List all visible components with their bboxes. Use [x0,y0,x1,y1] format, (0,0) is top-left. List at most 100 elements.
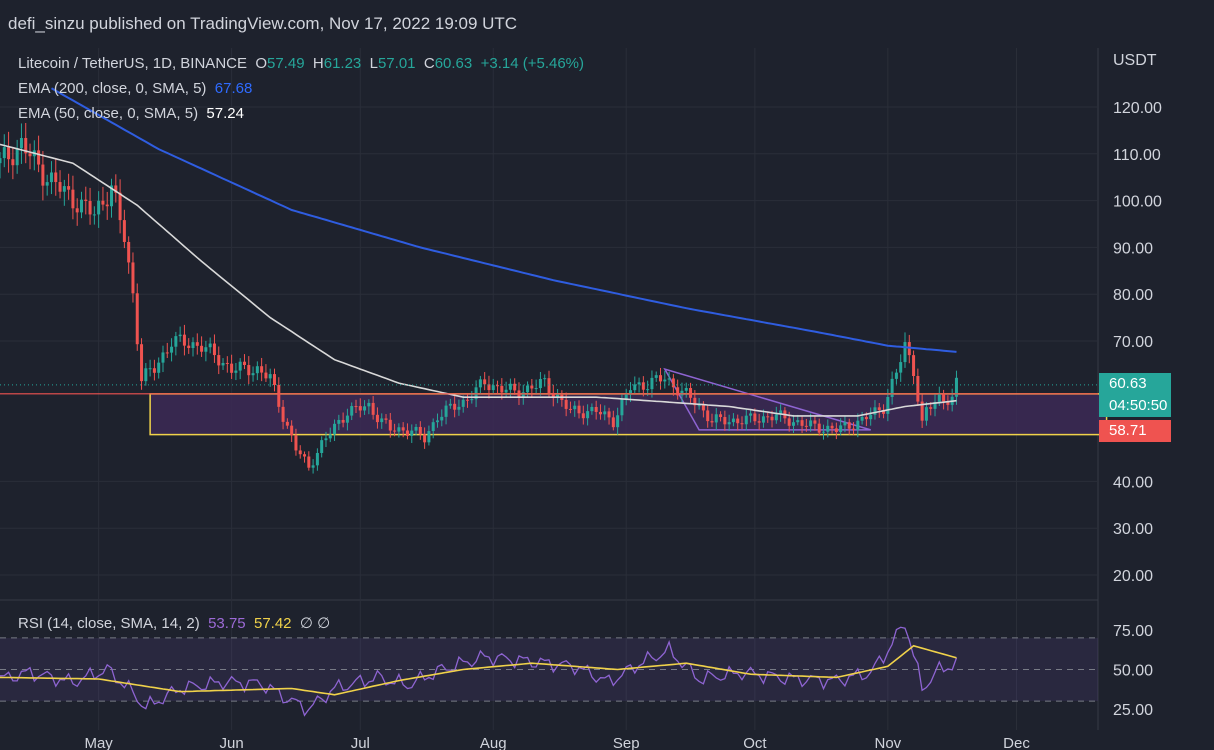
candle-body [195,342,199,346]
price-tick: 80.00 [1113,287,1153,304]
candle-body [440,416,444,421]
candle-body [620,399,624,416]
rsi-value: 53.75 [208,615,246,632]
candle-body [916,375,920,402]
candle-body [470,399,474,401]
candle-body [787,418,791,426]
candle-body [431,422,435,432]
price-tick: 70.00 [1113,334,1153,351]
candle-body [903,342,907,363]
candle-body [88,200,92,215]
candle-body [260,366,264,373]
price-tick: 110.00 [1113,147,1161,164]
rsi-extra: ∅ ∅ [299,615,331,632]
candle-body [242,361,246,366]
candle-body [637,382,641,385]
ohlc-open-label: O [255,55,267,72]
candle-body [294,435,298,451]
candle-body [217,355,221,366]
candle-body [654,375,658,378]
last-price-tag: 60.63 [1099,373,1171,395]
price-tick: 100.00 [1113,194,1162,211]
candle-body [182,334,186,346]
candle-body [641,382,645,390]
candle-body [268,374,272,379]
candle-body [461,399,465,407]
candle-body [594,406,598,412]
candle-body [701,405,705,411]
candle-body [680,390,684,396]
month-tick-oct: Oct [743,735,767,750]
candle-body [899,362,903,373]
candle-body [564,399,568,409]
candle-body [496,385,500,387]
candle-body [191,342,195,349]
ohlc-low: 57.01 [377,55,416,72]
candle-body [328,434,332,439]
month-tick-sep: Sep [613,735,640,750]
candle-body [418,426,422,435]
candle-body [272,374,277,385]
candle-body [809,420,813,427]
rsi-tick: 50.00 [1113,663,1153,680]
candle-body [770,416,774,421]
candle-body [864,416,868,420]
candle-body [204,347,208,352]
candle-body [281,406,285,422]
candle-body [491,385,495,391]
candle-body [79,199,83,213]
candle-body [727,422,731,425]
symbol-legend: Litecoin / TetherUS, 1D, BINANCE O57.49 … [18,55,584,72]
candle-body [856,420,860,430]
month-tick-jul: Jul [351,735,370,750]
candle-body [427,431,431,443]
ema50-legend[interactable]: EMA (50, close, 0, SMA, 5) 57.24 [18,105,244,122]
rsi-sma-value: 57.42 [253,615,292,632]
ema50-label: EMA (50, close, 0, SMA, 5) [18,105,199,122]
candle-body [457,406,461,410]
candle-body [749,413,753,416]
candle-body [538,378,542,389]
candle-body [251,373,255,376]
candle-body [813,420,817,424]
candle-body [367,402,371,407]
month-tick-aug: Aug [480,735,507,750]
candle-body [663,379,667,382]
candle-body [380,418,384,423]
rsi-legend[interactable]: RSI (14, close, SMA, 14, 2) 53.75 57.42 … [18,614,330,632]
candle-body [526,385,530,393]
candle-body [37,150,41,165]
candle-body [736,418,740,424]
candle-body [804,425,808,427]
price-tick: 40.00 [1113,474,1153,491]
candle-body [598,411,602,415]
candle-body [127,241,131,263]
candle-body [122,220,126,242]
candle-body [830,425,834,429]
candle-body [234,370,238,373]
candle-body [358,406,362,411]
candle-body [719,414,723,418]
candle-body [791,422,795,426]
ema200-legend[interactable]: EMA (200, close, 0, SMA, 5) 67.68 [18,80,252,97]
candle-body [2,147,6,159]
candle-body [740,423,744,425]
candle-body [590,406,594,412]
candle-body [393,430,397,432]
candle-body [731,418,735,423]
candle-body [170,346,174,353]
candle-body [800,420,804,426]
candle-body [826,425,830,432]
author-name[interactable]: defi_sinzu [8,14,85,33]
symbol-name[interactable]: Litecoin / TetherUS, 1D, BINANCE [18,55,247,72]
candle-body [255,366,259,374]
published-text: published on TradingView.com, Nov 17, 20… [89,14,518,33]
candle-body [187,345,191,349]
candle-body [84,199,88,201]
candle-body [500,385,504,393]
candle-body [886,396,890,414]
candle-body [659,375,663,382]
candle-body [586,411,590,419]
month-tick-may: May [84,735,113,750]
candle-body [337,419,341,424]
